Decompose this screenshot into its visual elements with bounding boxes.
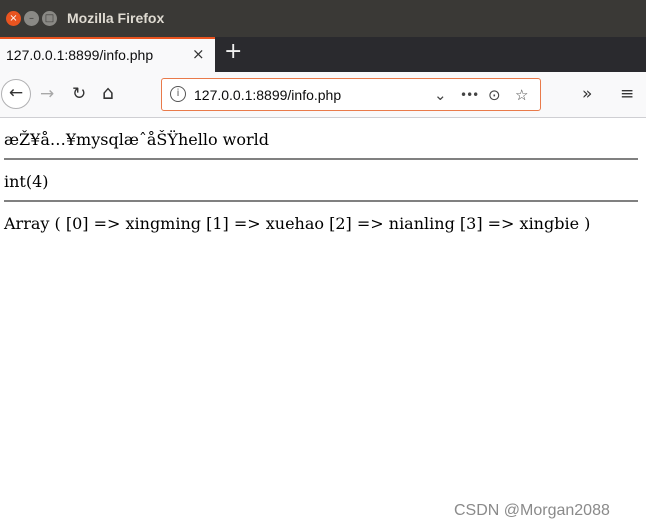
- divider: [4, 200, 638, 202]
- forward-icon[interactable]: →: [40, 84, 54, 104]
- overflow-chevron-icon[interactable]: »: [582, 84, 592, 104]
- reload-icon[interactable]: ↻: [72, 84, 86, 104]
- back-icon[interactable]: ←: [1, 79, 31, 109]
- tab-strip: 127.0.0.1:8899/info.php × +: [0, 37, 646, 72]
- window-title: Mozilla Firefox: [67, 10, 165, 26]
- window-minimize-icon[interactable]: –: [24, 11, 39, 26]
- pocket-icon[interactable]: ⊙: [488, 86, 501, 104]
- hamburger-menu-icon[interactable]: ≡: [620, 84, 634, 104]
- window-close-icon[interactable]: ×: [6, 11, 21, 26]
- output-line-connection: æŽ¥å…¥mysqlæˆåŠŸhello world: [4, 130, 269, 149]
- new-tab-icon[interactable]: +: [224, 39, 242, 64]
- url-dropdown-icon[interactable]: ⌄: [434, 86, 447, 104]
- navigation-toolbar: ← → ↻ ⌂ i 127.0.0.1:8899/info.php ⌄ ••• …: [0, 72, 646, 118]
- window-maximize-icon[interactable]: □: [42, 11, 57, 26]
- watermark: CSDN @Morgan2088: [454, 502, 610, 519]
- tab-info-php[interactable]: 127.0.0.1:8899/info.php ×: [0, 37, 215, 72]
- bookmark-star-icon[interactable]: ☆: [515, 86, 528, 104]
- tab-label: 127.0.0.1:8899/info.php: [6, 47, 154, 63]
- page-actions-icon[interactable]: •••: [460, 88, 479, 102]
- title-bar: × – □ Mozilla Firefox: [0, 0, 646, 37]
- tab-close-icon[interactable]: ×: [192, 45, 205, 63]
- divider: [4, 158, 638, 160]
- url-bar[interactable]: i 127.0.0.1:8899/info.php ⌄ ••• ⊙ ☆: [161, 78, 541, 111]
- browser-window: × – □ Mozilla Firefox 127.0.0.1:8899/inf…: [0, 0, 646, 532]
- output-line-int: int(4): [4, 172, 49, 191]
- output-line-array: Array ( [0] => xingming [1] => xuehao [2…: [4, 214, 591, 233]
- home-icon[interactable]: ⌂: [102, 82, 114, 104]
- site-info-icon[interactable]: i: [170, 86, 186, 102]
- page-content: æŽ¥å…¥mysqlæˆåŠŸhello world int(4) Array…: [0, 118, 646, 532]
- url-input[interactable]: 127.0.0.1:8899/info.php: [194, 87, 341, 103]
